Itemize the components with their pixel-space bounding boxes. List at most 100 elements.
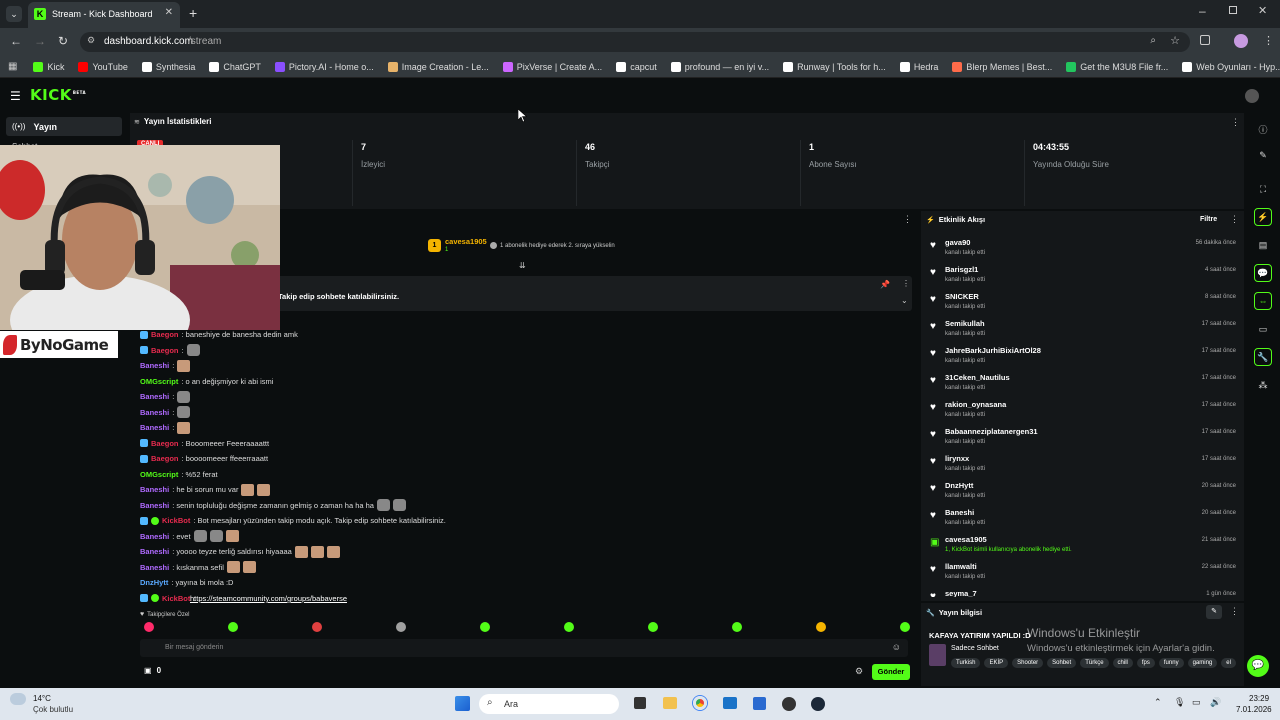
tray-chevron-icon[interactable]: ⌃ [1154, 697, 1162, 708]
site-info-icon[interactable]: ⚙ [87, 35, 95, 46]
leaderboard-user[interactable]: cavesa1905 [445, 237, 487, 246]
tag-pill[interactable]: gaming [1187, 658, 1218, 668]
fullscreen-icon[interactable]: ⛶ [1254, 180, 1272, 198]
bookmark-item[interactable]: YouTube [78, 61, 128, 72]
quick-emote-icon[interactable] [396, 622, 406, 632]
weather-icon[interactable] [10, 693, 26, 705]
sidebar-item-yayin[interactable]: ((•)) Yayın [6, 117, 122, 136]
activity-item[interactable]: ♥ Baneshi kanalı takip etti 20 saat önce [921, 505, 1244, 532]
tag-pill[interactable]: EKİP [984, 658, 1009, 668]
chat-username[interactable]: Baneshi [140, 485, 169, 494]
link-icon[interactable]: ⇔ [1254, 292, 1272, 310]
hamburger-icon[interactable]: ☰ [10, 89, 21, 103]
quick-emote-icon[interactable] [732, 622, 742, 632]
chat-username[interactable]: Baneshi [140, 532, 169, 541]
window-icon[interactable]: ▭ [1254, 320, 1272, 338]
wrench-tool-icon[interactable]: 🔧 [1254, 348, 1272, 366]
chat-username[interactable]: OMGscript [140, 377, 178, 386]
pin-icon[interactable]: 📌 [880, 280, 890, 289]
chat-menu-icon[interactable]: ⋮ [903, 214, 912, 225]
chat-username[interactable]: Baneshi [140, 423, 169, 432]
activity-item[interactable]: ♥ lirynxx kanalı takip etti 17 saat önce [921, 451, 1244, 478]
volume-icon[interactable]: 🔊 [1210, 697, 1221, 708]
browser-tab[interactable]: K Stream - Kick Dashboard ✕ [28, 2, 180, 28]
pinned-menu-icon[interactable]: ⋮ [902, 279, 910, 288]
activity-item[interactable]: ♥ JahreBarkJurhiBixiArtOl28 kanalı takip e… [921, 343, 1244, 370]
bookmark-item[interactable]: Runway | Tools for h... [783, 61, 886, 72]
file-explorer-icon[interactable] [663, 697, 677, 709]
task-view-icon[interactable] [634, 697, 646, 709]
bookmark-item[interactable]: Synthesia [141, 61, 195, 72]
profile-avatar[interactable] [1234, 34, 1248, 48]
bookmark-item[interactable]: Pictory.AI - Home o... [274, 61, 374, 72]
clock-time[interactable]: 23:29 [1249, 694, 1269, 703]
bookmark-item[interactable]: ChatGPT [209, 61, 261, 72]
tab-list-icon[interactable]: ⌄ [6, 6, 22, 22]
tab-close-icon[interactable]: ✕ [165, 7, 173, 18]
quick-emote-icon[interactable] [564, 622, 574, 632]
activity-item[interactable]: ♥ seyma_7 1 gün önce [921, 586, 1244, 597]
new-tab-button[interactable]: + [189, 5, 197, 21]
quick-emote-icon[interactable] [480, 622, 490, 632]
activity-item[interactable]: ♥ DnzHytt kanalı takip etti 20 saat önce [921, 478, 1244, 505]
info-circle-icon[interactable]: ⓘ [1254, 120, 1272, 138]
network-icon[interactable]: ▭ [1192, 697, 1201, 708]
start-button[interactable] [455, 696, 470, 711]
message-input[interactable]: Bir mesaj gönderin ☺ [140, 639, 908, 657]
quick-emote-icon[interactable] [816, 622, 826, 632]
browser-menu-icon[interactable]: ⋮ [1263, 34, 1274, 47]
chat-username[interactable]: Baneshi [140, 501, 169, 510]
url-bar[interactable]: ⚙ dashboard.kick.com /stream ⌕ ☆ [80, 32, 1190, 52]
activity-item[interactable]: ♥ Semikullah kanalı takip etti 17 saat önce [921, 316, 1244, 343]
chat-username[interactable]: DnzHytt [140, 578, 168, 587]
activity-item[interactable]: ♥ rakion_oynasana kanalı takip etti 17 saat… [921, 397, 1244, 424]
chat-username[interactable]: Baegon [151, 439, 179, 448]
chat-link[interactable]: https://steamcommunity.com/groups/babave… [190, 594, 347, 603]
steam-icon[interactable] [811, 697, 825, 711]
bookmark-star-icon[interactable]: ☆ [1170, 34, 1180, 47]
microphone-icon[interactable]: 🎙 [1174, 697, 1185, 708]
restore-icon[interactable] [1229, 6, 1237, 14]
bookmark-item[interactable]: Blerp Memes | Best... [952, 61, 1052, 72]
collapse-leaderboard-icon[interactable]: ⇊ [519, 261, 526, 270]
chrome-icon[interactable] [693, 696, 707, 710]
quick-emote-icon[interactable] [312, 622, 322, 632]
apps-grid-icon[interactable]: ▦ [8, 61, 17, 72]
user-avatar[interactable] [1245, 89, 1259, 103]
zoom-icon[interactable]: ⌕ [1150, 35, 1156, 46]
edit-info-icon[interactable]: ✎ [1206, 605, 1222, 619]
tag-pill[interactable]: funny [1158, 658, 1184, 668]
taskbar-search[interactable]: ⌕ Ara [479, 694, 619, 714]
quick-emote-icon[interactable] [900, 622, 910, 632]
outlook-icon[interactable] [723, 697, 737, 709]
chat-username[interactable]: OMGscript [140, 470, 178, 479]
chat-username[interactable]: Baegon [151, 330, 179, 339]
bookmark-item[interactable]: PixVerse | Create A... [502, 61, 602, 72]
activity-menu-icon[interactable]: ⋮ [1230, 214, 1239, 225]
tag-pill[interactable]: Shooter [1012, 658, 1044, 668]
bookmark-item[interactable]: Web Oyunları - Hyp... [1182, 61, 1280, 72]
bolt-tool-icon[interactable]: ⚡ [1254, 208, 1272, 226]
stream-info-menu-icon[interactable]: ⋮ [1230, 606, 1239, 617]
game-app-icon[interactable] [782, 697, 796, 711]
channel-points[interactable]: ▣ 0 [144, 666, 161, 675]
chat-username[interactable]: Baegon [151, 454, 179, 463]
bookmark-item[interactable]: Kick [33, 61, 64, 72]
bookmark-item[interactable]: profound — en iyi v... [670, 61, 769, 72]
chat-username[interactable]: Baneshi [140, 563, 169, 572]
document-icon[interactable]: ▤ [1254, 236, 1272, 254]
close-window-icon[interactable]: ✕ [1258, 4, 1267, 17]
activity-item[interactable]: ♥ llamwalti kanalı takip etti 22 saat önce [921, 559, 1244, 586]
minimize-icon[interactable]: – [1199, 4, 1206, 18]
chat-username[interactable]: Baegon [151, 346, 179, 355]
chat-username[interactable]: Baneshi [140, 408, 169, 417]
activity-item[interactable]: ▣ cavesa1905 1, KickBot isimli kullanıcıya… [921, 532, 1244, 559]
activity-item[interactable]: ♥ Barisgzl1 kanalı takip etti 4 saat önce [921, 262, 1244, 289]
extensions-icon[interactable] [1200, 35, 1210, 45]
chat-username[interactable]: Baneshi [140, 361, 169, 370]
activity-item[interactable]: ♥ SNICKER kanalı takip etti 8 saat önce [921, 289, 1244, 316]
chat-username[interactable]: KickBot [162, 594, 190, 603]
send-button[interactable]: Gönder [872, 664, 910, 680]
chat-username[interactable]: Baneshi [140, 392, 169, 401]
quick-emote-icon[interactable] [228, 622, 238, 632]
